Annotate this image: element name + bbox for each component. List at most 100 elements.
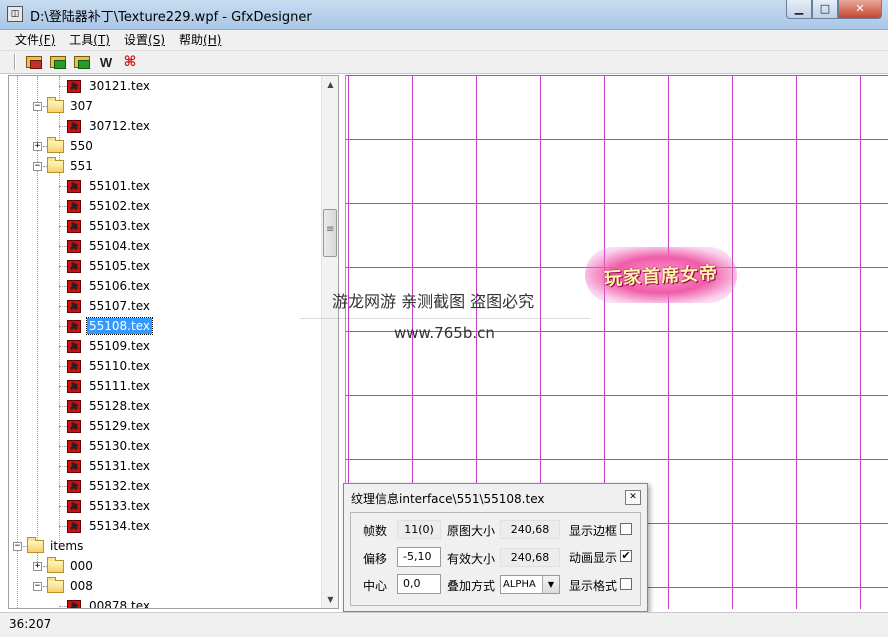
- tree-texture-item[interactable]: 55107.tex: [67, 296, 152, 316]
- offset-input[interactable]: -5,10: [397, 547, 441, 567]
- dialog-title-bar[interactable]: 纹理信息interface\551\55108.tex ✕: [344, 484, 647, 510]
- chevron-down-icon[interactable]: ▼: [542, 576, 559, 593]
- texture-file-icon: [67, 519, 81, 533]
- collapse-icon[interactable]: −: [33, 581, 42, 591]
- tree-texture-item[interactable]: 55102.tex: [67, 196, 152, 216]
- tree-texture-item[interactable]: 55104.tex: [67, 236, 152, 256]
- tree-folder-item[interactable]: − 307: [33, 96, 95, 116]
- menu-file[interactable]: 文件(F): [8, 30, 62, 50]
- tree-texture-item[interactable]: 55110.tex: [67, 356, 152, 376]
- watermark: 游龙网游 亲测截图 盗图必究 www.765b.cn: [300, 274, 590, 358]
- window-title: D:\登陆器补丁\Texture229.wpf - GfxDesigner: [30, 10, 312, 25]
- menu-tools-accel: (T): [93, 33, 110, 47]
- show-border-checkbox[interactable]: [620, 523, 632, 535]
- save-folder-button[interactable]: [72, 53, 92, 71]
- grid-line-vertical: [668, 75, 669, 609]
- expand-icon[interactable]: +: [33, 141, 42, 151]
- texture-file-icon: [67, 319, 81, 333]
- app-icon[interactable]: ◫: [7, 6, 23, 22]
- w-button[interactable]: W: [96, 53, 116, 71]
- scroll-up-arrow-icon[interactable]: ▲: [322, 76, 338, 93]
- minimize-button[interactable]: ▁: [786, 0, 812, 19]
- tree-item-label: 55101.tex: [89, 179, 150, 193]
- tree-item-label: 55132.tex: [89, 479, 150, 493]
- tree-texture-item[interactable]: 55111.tex: [67, 376, 152, 396]
- tree-texture-item[interactable]: 55106.tex: [67, 276, 152, 296]
- menu-settings[interactable]: 设置(S): [117, 30, 172, 50]
- tree-item-label: 55110.tex: [89, 359, 150, 373]
- tree-texture-item[interactable]: 55108.tex: [67, 316, 153, 336]
- texture-file-icon: [67, 399, 81, 413]
- import-folder-button[interactable]: [48, 53, 68, 71]
- tree-folder-item[interactable]: +550: [33, 136, 95, 156]
- tree-texture-item[interactable]: 55130.tex: [67, 436, 152, 456]
- expand-icon[interactable]: +: [33, 561, 42, 571]
- tree-texture-item[interactable]: 55131.tex: [67, 456, 152, 476]
- menu-tools[interactable]: 工具(T): [62, 30, 117, 50]
- maximize-button[interactable]: □: [812, 0, 838, 19]
- tree-texture-item[interactable]: 55103.tex: [67, 216, 152, 236]
- toolbar: W ⌘: [0, 50, 888, 74]
- offset-label: 偏移: [363, 552, 388, 566]
- texture-file-icon: [67, 79, 81, 93]
- tree-folder-item[interactable]: − 551: [33, 156, 95, 176]
- tree-item-label: 55134.tex: [89, 519, 150, 533]
- scroll-thumb[interactable]: [323, 209, 337, 257]
- tree-texture-item[interactable]: 55109.tex: [67, 336, 152, 356]
- tree-item-label: 55109.tex: [89, 339, 150, 353]
- tree-texture-item[interactable]: 30712.tex: [67, 116, 152, 136]
- texture-file-icon: [67, 279, 81, 293]
- tree-texture-item[interactable]: 55129.tex: [67, 416, 152, 436]
- texture-file-icon: [67, 199, 81, 213]
- file-tree[interactable]: 30121.tex − 307 30712.tex +550 − 551 55101.tex 5…: [8, 75, 339, 609]
- toolbar-grip[interactable]: [14, 54, 16, 70]
- delete-icon: ⌘: [123, 54, 137, 70]
- tree-item-label: 55102.tex: [89, 199, 150, 213]
- tree-item-label: 55104.tex: [89, 239, 150, 253]
- grid-line-horizontal: [346, 75, 888, 76]
- tree-texture-item[interactable]: 55132.tex: [67, 476, 152, 496]
- tree-texture-item[interactable]: 55105.tex: [67, 256, 152, 276]
- show-grid-checkbox[interactable]: [620, 578, 632, 590]
- collapse-icon[interactable]: −: [33, 101, 42, 111]
- tree-texture-item[interactable]: 55128.tex: [67, 396, 152, 416]
- grid-line-horizontal: [346, 395, 888, 396]
- open-folder-button[interactable]: [24, 53, 44, 71]
- collapse-icon[interactable]: −: [13, 541, 22, 551]
- texture-file-icon: [67, 599, 81, 608]
- tree-texture-item[interactable]: 55101.tex: [67, 176, 152, 196]
- collapse-icon[interactable]: −: [33, 161, 42, 171]
- tree-texture-item[interactable]: 55133.tex: [67, 496, 152, 516]
- tree-folder-item[interactable]: − items: [13, 536, 85, 556]
- blend-select[interactable]: ALPHA ▼: [500, 575, 560, 594]
- center-input[interactable]: 0,0: [397, 574, 441, 594]
- anim-checkbox[interactable]: ✔: [620, 550, 632, 562]
- texture-sprite[interactable]: 玩家首席女帝: [585, 247, 737, 303]
- tree-item-label: 551: [70, 159, 93, 173]
- texture-file-icon: [67, 459, 81, 473]
- scroll-down-arrow-icon[interactable]: ▼: [322, 591, 338, 608]
- tree-item-label: 55130.tex: [89, 439, 150, 453]
- tree-folder-item[interactable]: − 008: [33, 576, 95, 596]
- tree-folder-item[interactable]: +000: [33, 556, 95, 576]
- tree-texture-item[interactable]: 55134.tex: [67, 516, 152, 536]
- tree-item-label: items: [50, 539, 84, 553]
- frames-label: 帧数: [363, 524, 388, 538]
- valid-size-value: 240,68: [500, 548, 560, 567]
- window-controls: ▁ □ ✕: [786, 0, 882, 20]
- menu-help[interactable]: 帮助(H): [172, 30, 228, 50]
- delete-button[interactable]: ⌘: [120, 53, 140, 71]
- tree-texture-item[interactable]: 30121.tex: [67, 76, 152, 96]
- show-grid-label: 显示格式: [569, 579, 618, 593]
- dialog-close-button[interactable]: ✕: [625, 490, 641, 505]
- close-button[interactable]: ✕: [838, 0, 882, 19]
- menu-file-label: 文件: [15, 33, 40, 47]
- menu-settings-label: 设置: [124, 33, 149, 47]
- texture-file-icon: [67, 299, 81, 313]
- tree-item-label: 55111.tex: [89, 379, 150, 393]
- tree-item-label: 00878.tex: [89, 599, 150, 609]
- dialog-title: 纹理信息interface\551\55108.tex: [351, 492, 545, 506]
- grid-line-horizontal: [346, 139, 888, 140]
- folder-icon: [47, 576, 64, 593]
- tree-texture-item[interactable]: 00878.tex: [67, 596, 152, 609]
